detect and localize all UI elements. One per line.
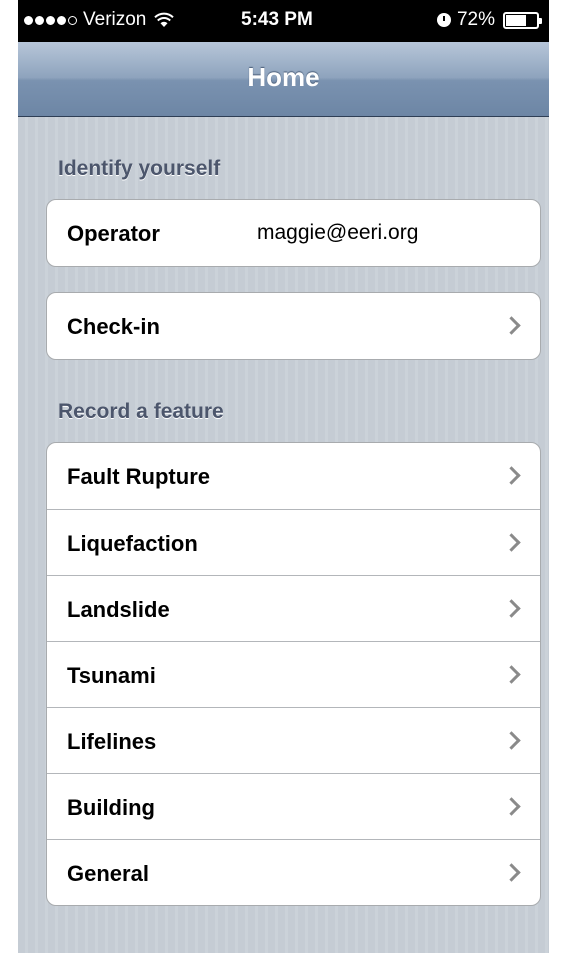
carrier-name: Verizon bbox=[83, 9, 147, 30]
feature-row-liquefaction[interactable]: Liquefaction bbox=[47, 509, 540, 575]
feature-label: Liquefaction bbox=[67, 531, 198, 556]
chevron-right-icon bbox=[502, 466, 521, 485]
chevron-right-icon bbox=[502, 316, 521, 335]
battery-percent: 72% bbox=[456, 9, 495, 30]
chevron-right-icon bbox=[502, 665, 521, 684]
battery-icon bbox=[503, 11, 542, 29]
chevron-right-icon bbox=[502, 731, 521, 750]
signal-dot bbox=[57, 15, 66, 25]
navigation-bar: Home bbox=[18, 42, 549, 117]
signal-dot bbox=[24, 15, 33, 25]
feature-row-tsunami[interactable]: Tsunami bbox=[47, 641, 540, 707]
feature-row-fault-rupture[interactable]: Fault Rupture bbox=[47, 443, 540, 509]
feature-row-building[interactable]: Building bbox=[47, 773, 540, 839]
chevron-right-icon bbox=[502, 863, 521, 882]
wifi-icon bbox=[154, 12, 175, 27]
status-bar: Verizon 5:43 PM 72% bbox=[18, 0, 549, 42]
chevron-right-icon bbox=[502, 599, 521, 618]
signal-dot bbox=[35, 15, 44, 25]
chevron-right-icon bbox=[502, 797, 521, 816]
status-right: 72% bbox=[436, 9, 542, 31]
feature-label: Tsunami bbox=[67, 663, 156, 688]
feature-label: Landslide bbox=[67, 597, 170, 622]
feature-label: Building bbox=[67, 795, 155, 820]
status-time: 5:43 PM bbox=[241, 9, 313, 30]
signal-strength-icon bbox=[24, 15, 77, 25]
feature-list: Fault Rupture Liquefaction Landslide Tsu… bbox=[46, 442, 541, 906]
signal-dot-empty bbox=[68, 15, 77, 25]
operator-group: Operator maggie@eeri.org bbox=[46, 199, 541, 267]
feature-row-landslide[interactable]: Landslide bbox=[47, 575, 540, 641]
feature-row-general[interactable]: General bbox=[47, 839, 540, 905]
checkin-group: Check-in bbox=[46, 292, 541, 360]
feature-row-lifelines[interactable]: Lifelines bbox=[47, 707, 540, 773]
carrier-signal: Verizon bbox=[24, 9, 175, 31]
section-header-identify: Identify yourself bbox=[58, 157, 221, 180]
operator-row[interactable]: Operator maggie@eeri.org bbox=[47, 200, 540, 266]
signal-dot bbox=[46, 15, 55, 25]
alarm-clock-icon bbox=[436, 13, 451, 27]
checkin-label: Check-in bbox=[67, 314, 160, 339]
checkin-row[interactable]: Check-in bbox=[47, 293, 540, 359]
section-header-record: Record a feature bbox=[58, 400, 224, 423]
feature-label: Fault Rupture bbox=[67, 464, 210, 489]
operator-label: Operator bbox=[67, 221, 160, 246]
table-view[interactable]: Identify yourself Operator maggie@eeri.o… bbox=[18, 117, 549, 953]
chevron-right-icon bbox=[502, 533, 521, 552]
feature-label: General bbox=[67, 861, 149, 886]
page-title: Home bbox=[247, 62, 320, 92]
phone-screen: Verizon 5:43 PM 72% Home Identify yourse… bbox=[18, 0, 549, 953]
feature-label: Lifelines bbox=[67, 729, 157, 754]
operator-value: maggie@eeri.org bbox=[257, 221, 419, 244]
battery-level bbox=[506, 14, 527, 26]
